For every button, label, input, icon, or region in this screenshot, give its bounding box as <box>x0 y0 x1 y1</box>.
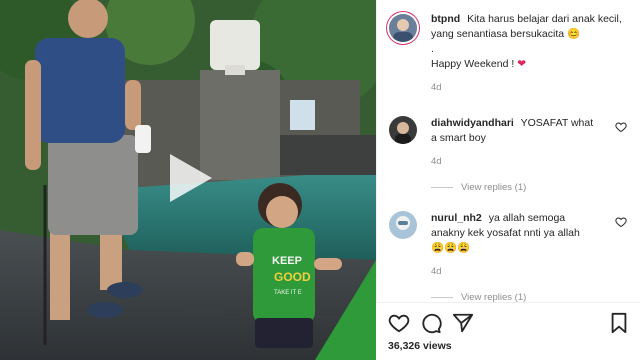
avatar[interactable] <box>389 14 417 42</box>
replies-label: View replies (1) <box>461 182 527 193</box>
caption-line2: Happy Weekend ! <box>431 58 515 70</box>
heart-icon[interactable] <box>615 215 627 228</box>
bookmark-icon[interactable] <box>608 312 630 334</box>
heart-icon[interactable] <box>615 120 627 133</box>
shirt-text-line3: TAKE IT E <box>274 290 302 296</box>
comment-emojis: 😩😩😩 <box>431 242 471 254</box>
heart-icon[interactable] <box>388 312 410 334</box>
view-replies-button[interactable]: View replies (1) <box>431 182 526 193</box>
comment-text: diahwidyandhari YOSAFAT what a smart boy <box>431 116 601 146</box>
view-count: 36,326 views <box>388 340 452 352</box>
shirt-text-line1: KEEP <box>272 255 302 267</box>
shirt-text-line2: GOOD <box>274 270 311 284</box>
replies-divider <box>431 296 453 298</box>
comment-text: nurul_nh2 ya allah semoga anakny kek yos… <box>431 211 601 256</box>
comment-username[interactable]: diahwidyandhari <box>431 117 514 129</box>
caption-dot: . <box>431 43 434 55</box>
comment-icon[interactable] <box>420 312 442 334</box>
replies-divider <box>431 186 453 188</box>
comment-time: 4d <box>431 266 442 277</box>
post-time: 4d <box>431 82 442 93</box>
caption-text: btpnd Kita harus belajar dari anak kecil… <box>431 12 637 95</box>
play-icon[interactable] <box>160 150 216 206</box>
comment-username[interactable]: nurul_nh2 <box>431 212 482 224</box>
comment-time: 4d <box>431 156 442 167</box>
avatar[interactable] <box>389 116 417 144</box>
share-icon[interactable] <box>452 312 474 334</box>
video-player[interactable]: KEEP GOOD TAKE IT E <box>0 0 376 360</box>
action-bar: 36,326 views <box>376 302 640 361</box>
avatar[interactable] <box>389 211 417 239</box>
caption-emoji: 😊 <box>567 28 581 40</box>
post-username[interactable]: btpnd <box>431 13 460 25</box>
heart-emoji-icon: ❤ <box>517 58 527 70</box>
